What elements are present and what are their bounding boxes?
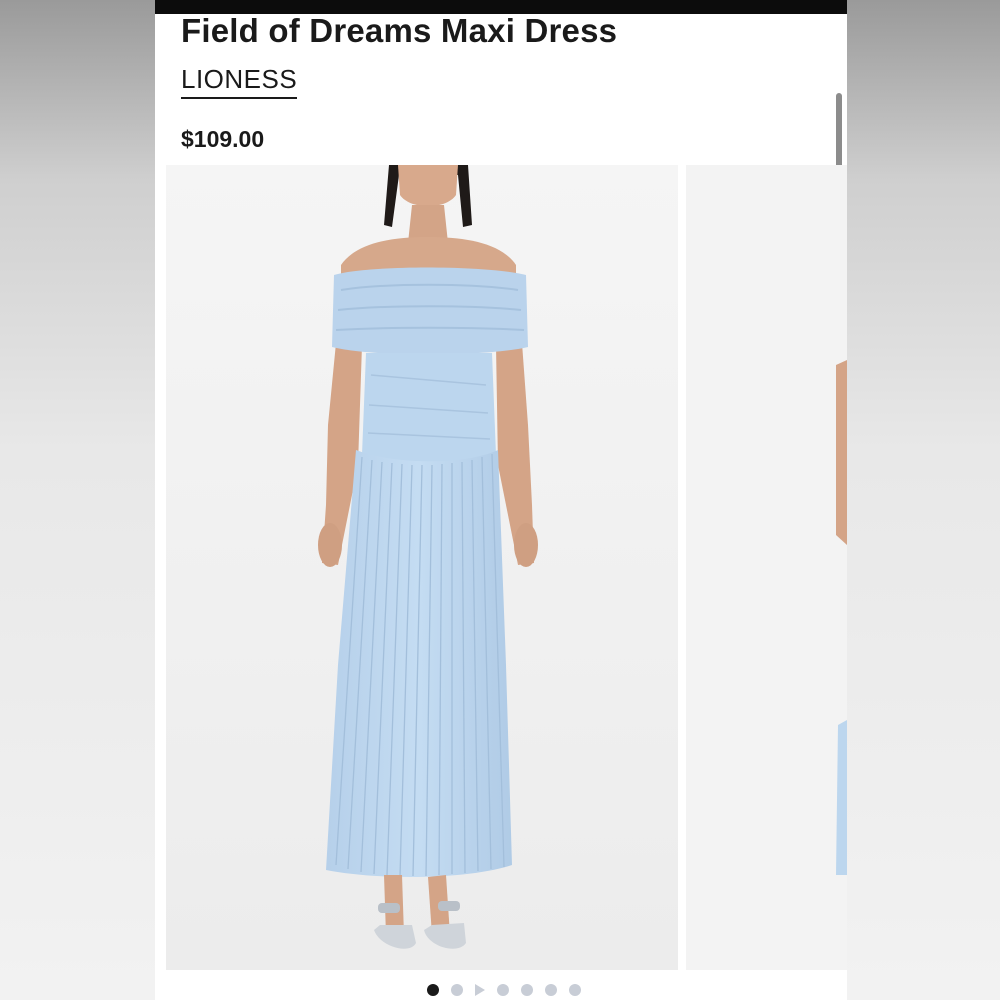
brand-link[interactable]: LIONESS [181, 64, 298, 99]
product-image-next[interactable] [686, 165, 847, 970]
pagination-dot-2[interactable] [451, 984, 463, 996]
photo-background-right [847, 0, 1000, 1000]
image-gallery[interactable] [155, 165, 847, 970]
play-video-icon[interactable] [475, 984, 485, 996]
phone-screen: Field of Dreams Maxi Dress LIONESS $109.… [155, 0, 847, 1000]
photo-background-left [0, 0, 155, 1000]
pagination-dot-6[interactable] [545, 984, 557, 996]
product-title: Field of Dreams Maxi Dress [181, 12, 618, 49]
pagination-dot-1[interactable] [427, 984, 439, 996]
pagination-dot-5[interactable] [521, 984, 533, 996]
product-image-main[interactable] [166, 165, 678, 970]
product-price: $109.00 [181, 126, 265, 152]
model-in-dress-image [166, 165, 678, 970]
gallery-pagination [155, 983, 847, 997]
pagination-dot-4[interactable] [497, 984, 509, 996]
pagination-dot-7[interactable] [569, 984, 581, 996]
next-image-preview [686, 165, 847, 970]
